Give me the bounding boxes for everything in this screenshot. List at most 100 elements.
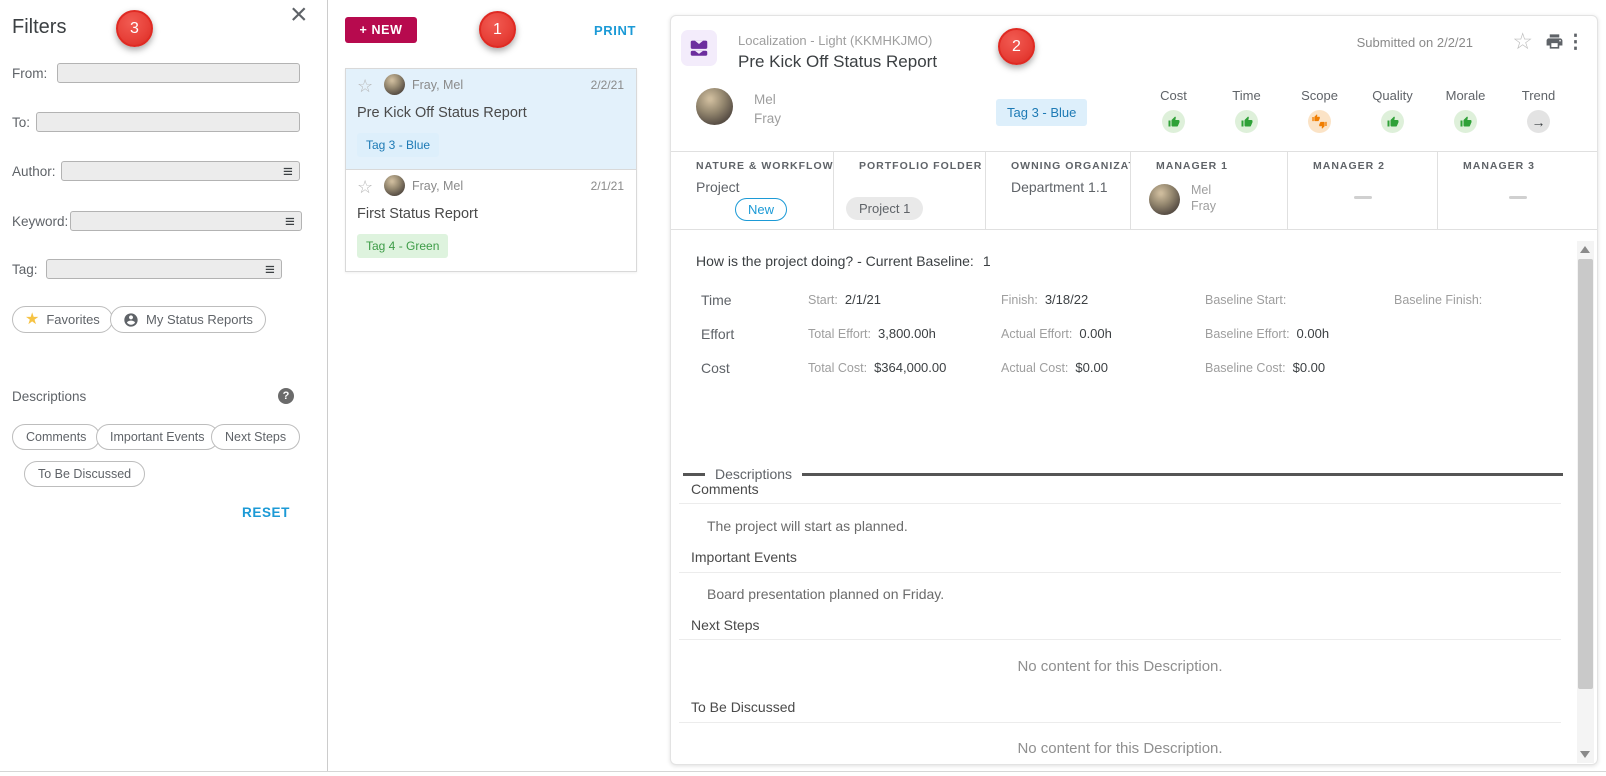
filters-panel: Filters × From: To: Author: ≡ Keyword: ≡…: [0, 0, 328, 772]
keyword-label: Keyword:: [12, 214, 68, 229]
health-scope: Scope: [1283, 88, 1356, 133]
chip-next-steps[interactable]: Next Steps: [211, 424, 300, 450]
to-label: To:: [12, 115, 30, 130]
manager2-column: MANAGER 2: [1288, 152, 1438, 229]
favorites-label: Favorites: [46, 312, 99, 327]
manager1-column: MANAGER 1 Mel Fray: [1131, 152, 1288, 229]
manager-avatar: [1149, 184, 1180, 215]
author-avatar: [696, 88, 733, 125]
report-date: 2/2/21: [591, 78, 624, 92]
report-list-item[interactable]: ☆ Fray, Mel 2/1/21 First Status Report T…: [346, 170, 636, 271]
vertical-scrollbar[interactable]: [1577, 241, 1594, 763]
comments-body: The project will start as planned.: [707, 518, 908, 534]
owning-organization-column: OWNING ORGANIZATION Department 1.1: [986, 152, 1131, 229]
my-status-reports-button[interactable]: My Status Reports: [110, 306, 266, 333]
favorites-button[interactable]: ★ Favorites: [12, 306, 113, 333]
author-last-name: Fray: [754, 109, 781, 128]
detail-tag-badge: Tag 3 - Blue: [996, 99, 1087, 126]
nature-workflow-column: NATURE & WORKFLOW Project New: [671, 152, 834, 229]
project-icon: [681, 30, 717, 66]
window-bottom-edge: [0, 771, 1606, 772]
new-report-button[interactable]: + NEW: [345, 17, 417, 43]
chip-comments[interactable]: Comments: [12, 424, 100, 450]
report-author: Fray, Mel: [412, 179, 463, 193]
report-list-item-selected[interactable]: ☆ Fray, Mel 2/2/21 Pre Kick Off Status R…: [346, 69, 636, 170]
health-cost: Cost: [1137, 88, 1210, 133]
thumbs-mixed-icon: [1308, 110, 1331, 133]
cost-row: Cost Total Cost:$364,000.00 Actual Cost:…: [671, 360, 1597, 376]
current-baseline-value: 1: [983, 253, 991, 269]
filters-title: Filters: [12, 16, 66, 39]
health-morale: Morale: [1429, 88, 1502, 133]
person-icon: [123, 312, 139, 328]
annotation-badge-3: 3: [116, 10, 153, 47]
keyword-input[interactable]: [70, 211, 302, 231]
empty-value-dash: [1354, 196, 1372, 199]
chip-important-events[interactable]: Important Events: [96, 424, 219, 450]
health-indicators: Cost Time Scope Quality Morale Trend →: [1137, 88, 1575, 133]
print-icon[interactable]: [1545, 32, 1564, 56]
reset-link[interactable]: RESET: [242, 505, 290, 520]
manager-name: Mel Fray: [1191, 182, 1216, 214]
my-status-reports-label: My Status Reports: [146, 312, 253, 327]
to-input[interactable]: [36, 112, 300, 132]
empty-value-dash: [1509, 196, 1527, 199]
print-link[interactable]: PRINT: [594, 23, 636, 38]
from-label: From:: [12, 66, 47, 81]
thumb-up-icon: [1235, 110, 1258, 133]
avatar: [384, 175, 405, 196]
next-steps-heading: Next Steps: [691, 617, 759, 633]
report-date: 2/1/21: [591, 179, 624, 193]
health-trend: Trend →: [1502, 88, 1575, 133]
important-events-heading: Important Events: [691, 549, 797, 565]
next-steps-empty-message: No content for this Description.: [679, 658, 1561, 675]
tag-menu-icon[interactable]: ≡: [265, 261, 275, 278]
author-menu-icon[interactable]: ≡: [283, 163, 293, 180]
time-row: Time Start:2/1/21 Finish:3/18/22 Baselin…: [671, 292, 1597, 308]
effort-row: Effort Total Effort:3,800.00h Actual Eff…: [671, 326, 1597, 342]
star-icon: ★: [25, 312, 39, 328]
report-detail-title: Pre Kick Off Status Report: [738, 52, 937, 72]
report-author: Fray, Mel: [412, 78, 463, 92]
workflow-state-button[interactable]: New: [735, 198, 787, 221]
to-be-discussed-empty-message: No content for this Description.: [679, 740, 1561, 757]
to-be-discussed-heading: To Be Discussed: [691, 699, 795, 715]
author-name: Mel Fray: [754, 90, 781, 128]
author-input[interactable]: [61, 161, 300, 181]
close-icon[interactable]: ×: [290, 0, 308, 32]
descriptions-label: Descriptions: [12, 389, 86, 404]
favorite-star-icon[interactable]: ☆: [1512, 28, 1533, 55]
portfolio-chip: Project 1: [846, 197, 923, 220]
trend-arrow-icon: →: [1527, 110, 1550, 133]
descriptions-divider: Descriptions: [683, 466, 1563, 482]
help-icon[interactable]: ?: [278, 388, 294, 404]
report-tag-badge: Tag 4 - Green: [357, 234, 448, 258]
comments-heading: Comments: [691, 481, 759, 497]
report-title: First Status Report: [357, 206, 478, 222]
submitted-date: Submitted on 2/2/21: [1357, 35, 1473, 50]
author-label: Author:: [12, 164, 56, 179]
manager3-column: MANAGER 3: [1438, 152, 1597, 229]
star-icon[interactable]: ☆: [357, 177, 373, 198]
thumb-up-icon: [1454, 110, 1477, 133]
project-summary-heading: How is the project doing? - Current Base…: [696, 253, 991, 269]
status-report-list: ☆ Fray, Mel 2/2/21 Pre Kick Off Status R…: [345, 68, 637, 272]
from-input[interactable]: [57, 63, 300, 83]
scroll-down-arrow[interactable]: [1580, 751, 1590, 758]
scroll-up-arrow[interactable]: [1580, 246, 1590, 253]
tag-label: Tag:: [12, 262, 38, 277]
portfolio-folder-column: PORTFOLIO FOLDER & TY Project 1: [834, 152, 986, 229]
annotation-badge-2: 2: [998, 28, 1035, 65]
chip-to-be-discussed[interactable]: To Be Discussed: [24, 461, 145, 487]
health-time: Time: [1210, 88, 1283, 133]
star-icon[interactable]: ☆: [357, 76, 373, 97]
project-name-label: Localization - Light (KKMHKJMO): [738, 33, 932, 48]
more-options-icon[interactable]: ⋮: [1566, 31, 1585, 54]
thumb-up-icon: [1162, 110, 1185, 133]
report-title: Pre Kick Off Status Report: [357, 105, 527, 121]
keyword-menu-icon[interactable]: ≡: [285, 213, 295, 230]
report-tag-badge: Tag 3 - Blue: [357, 133, 439, 157]
annotation-badge-1: 1: [479, 11, 516, 48]
scrollbar-thumb[interactable]: [1578, 259, 1593, 689]
tag-input[interactable]: [46, 259, 282, 279]
